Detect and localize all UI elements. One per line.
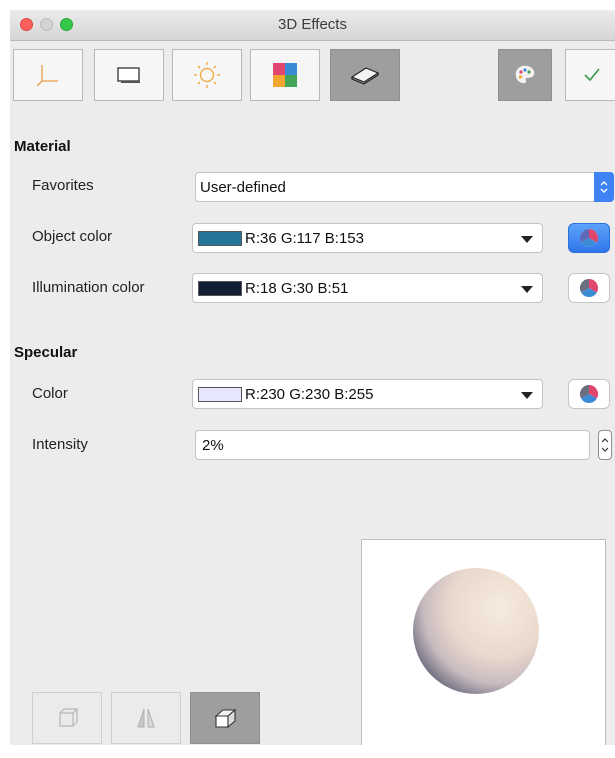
illumination-tab[interactable] xyxy=(172,49,242,101)
cube-convert-icon xyxy=(59,708,78,727)
window-title: 3D Effects xyxy=(278,16,347,33)
updown-chevron-icon xyxy=(601,438,609,452)
shading-icon xyxy=(117,67,140,83)
specular-color-swatch xyxy=(198,387,242,402)
sphere-preview-image xyxy=(413,568,539,694)
illumination-color-label: Illumination color xyxy=(32,279,145,296)
dropdown-arrow-icon xyxy=(521,392,533,399)
favorites-value: User-defined xyxy=(200,179,286,196)
perspective-button[interactable] xyxy=(190,692,260,744)
intensity-input[interactable]: 2% xyxy=(195,430,590,460)
dropdown-arrow-icon xyxy=(521,236,533,243)
geometry-tab[interactable] xyxy=(13,49,83,101)
object-color-swatch xyxy=(198,231,242,246)
specular-color-picker-button[interactable] xyxy=(568,379,610,409)
specular-heading: Specular xyxy=(14,344,78,361)
updown-chevron-icon xyxy=(600,181,608,193)
textures-tab[interactable] xyxy=(250,49,320,101)
checkmark-icon xyxy=(584,68,600,82)
color-wheel-icon xyxy=(579,229,599,248)
material-tab[interactable] xyxy=(330,49,400,101)
specular-color-value: R:230 G:230 B:255 xyxy=(245,386,374,403)
convert-3d-button[interactable] xyxy=(498,49,552,101)
assign-button[interactable] xyxy=(565,49,615,101)
material-icon xyxy=(350,67,380,85)
illumination-color-swatch xyxy=(198,281,242,296)
material-preview xyxy=(361,539,606,745)
intensity-spin-button[interactable] xyxy=(598,430,612,460)
dialog-window: 3D Effects Material Favorites User-defin… xyxy=(10,10,615,745)
dropdown-arrow-icon xyxy=(521,286,533,293)
color-wheel-icon xyxy=(579,385,599,404)
palette-icon xyxy=(515,65,535,84)
color-wheel-icon xyxy=(579,279,599,298)
specular-color-dropdown[interactable]: R:230 G:230 B:255 xyxy=(192,379,543,409)
perspective-cube-icon xyxy=(214,708,237,729)
object-color-label: Object color xyxy=(32,228,113,245)
convert-to-3d-button[interactable] xyxy=(32,692,102,744)
texture-icon xyxy=(273,63,297,87)
illumination-color-picker-button[interactable] xyxy=(568,273,610,303)
object-color-picker-button[interactable] xyxy=(568,223,610,253)
title-bar: 3D Effects xyxy=(10,10,615,41)
illumination-color-dropdown[interactable]: R:18 G:30 B:51 xyxy=(192,273,543,303)
axes-icon xyxy=(36,65,58,87)
light-bulb-icon xyxy=(194,62,220,88)
favorites-select[interactable]: User-defined xyxy=(195,172,614,202)
intensity-value: 2% xyxy=(202,437,224,454)
material-heading: Material xyxy=(14,138,71,155)
object-color-value: R:36 G:117 B:153 xyxy=(245,230,364,247)
object-color-dropdown[interactable]: R:36 G:117 B:153 xyxy=(192,223,543,253)
lathe-object-button[interactable] xyxy=(111,692,181,744)
intensity-label: Intensity xyxy=(32,436,88,453)
favorites-label: Favorites xyxy=(32,177,94,194)
shading-tab[interactable] xyxy=(94,49,164,101)
illumination-color-value: R:18 G:30 B:51 xyxy=(245,280,349,297)
favorites-stepper[interactable] xyxy=(594,172,614,202)
lathe-icon xyxy=(137,708,155,728)
specular-color-label: Color xyxy=(32,385,68,402)
